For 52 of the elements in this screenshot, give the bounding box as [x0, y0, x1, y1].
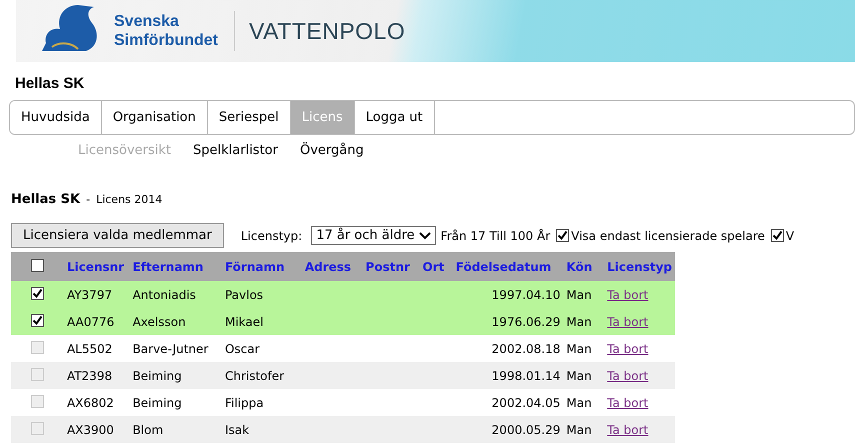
- org-name: Simförbundet: [114, 31, 218, 50]
- heading-separator: -: [86, 193, 90, 206]
- table-cell: AX3900: [66, 422, 114, 436]
- table-cell: Man: [566, 288, 592, 302]
- subnav-link[interactable]: Spelklarlistor: [193, 143, 278, 158]
- row-checkbox[interactable]: [30, 314, 44, 327]
- table-cell: Pavlos: [224, 288, 264, 302]
- table-cell: Oscar: [224, 342, 260, 356]
- filter-checkbox[interactable]: [556, 229, 570, 242]
- org-name: Svenska: [114, 12, 180, 31]
- table-cell: Blom: [132, 422, 164, 436]
- select-all-checkbox[interactable]: [30, 258, 44, 272]
- table-cell: AL5502: [66, 342, 112, 356]
- table-cell: Antoniadis: [132, 288, 196, 302]
- table-cell: Christofer: [224, 368, 284, 382]
- table-cell: Isak: [224, 422, 250, 436]
- table-cell: Beiming: [132, 368, 182, 382]
- table-cell: 1998.01.14: [492, 368, 560, 382]
- table-cell: Mikael: [224, 314, 264, 328]
- table-cell: 1997.04.10: [492, 288, 560, 302]
- page-subtitle: Licens 2014: [96, 193, 162, 206]
- filter-checkbox[interactable]: [770, 229, 784, 242]
- table-cell: Man: [566, 422, 592, 436]
- table-cell: Man: [566, 396, 592, 410]
- page-heading: Hellas SK: [11, 192, 80, 207]
- table-cell: Man: [566, 368, 592, 382]
- table-cell: 2000.05.29: [492, 422, 560, 436]
- license-button[interactable]: Licensiera valda medlemmar: [11, 223, 224, 248]
- table-cell: Man: [566, 314, 592, 328]
- age-range: Från 17 Till 100 År: [440, 228, 550, 242]
- nav-tab[interactable]: Huvudsida: [10, 101, 102, 134]
- table-cell: AA0776: [66, 314, 114, 328]
- license-type-label: Licenstyp:: [240, 228, 302, 242]
- filter-label: V: [786, 228, 794, 242]
- table-cell: Filippa: [224, 396, 264, 410]
- table-cell: Beiming: [132, 396, 182, 410]
- club-name: Hellas SK: [15, 74, 86, 94]
- row-checkbox[interactable]: [30, 287, 44, 300]
- license-type-dropdown[interactable]: 17 år och äldre: [311, 226, 436, 245]
- filter-label: Visa endast licensierade spelare: [571, 228, 765, 242]
- table-cell: AT2398: [66, 368, 112, 382]
- table-cell: 1976.06.29: [492, 314, 560, 328]
- table-cell: AX6802: [66, 396, 114, 410]
- table-cell: 2002.08.18: [492, 342, 560, 356]
- table-cell: 2002.04.05: [492, 396, 560, 410]
- subnav-link[interactable]: Övergång: [300, 143, 364, 158]
- table-cell: Man: [566, 342, 592, 356]
- section-title: VATTENPOLO: [249, 18, 406, 44]
- table-cell: Axelsson: [132, 314, 186, 328]
- chevron-down-icon: [418, 232, 431, 240]
- table-cell: AY3797: [66, 288, 112, 302]
- table-cell: Barve-Jutner: [132, 342, 208, 356]
